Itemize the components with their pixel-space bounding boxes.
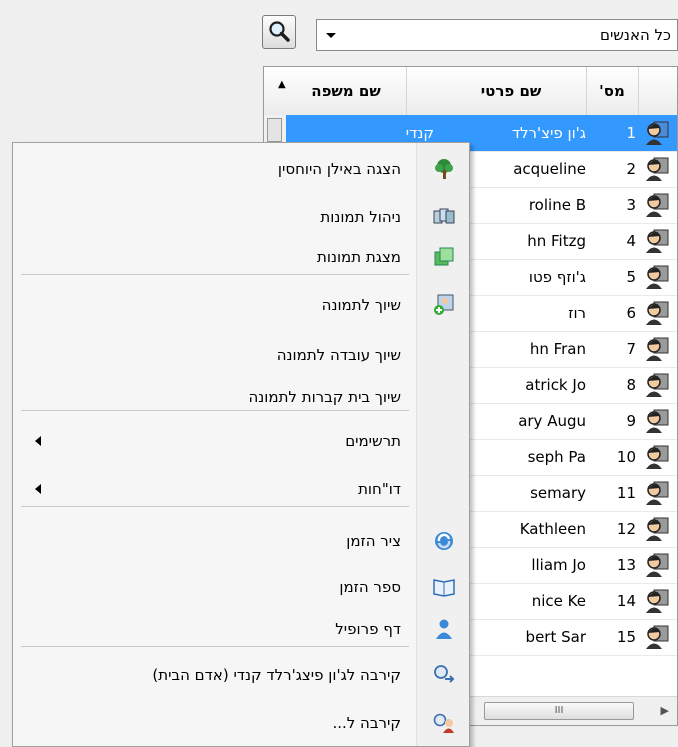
person-icon	[642, 439, 676, 475]
menu-item-label: ספר הזמן	[339, 578, 401, 596]
menu-item-label: מצגת תמונות	[317, 248, 401, 266]
relationship-to-icon	[433, 712, 455, 734]
menu-item-label: ניהול תמונות	[320, 208, 401, 226]
cell-number: 14	[616, 592, 636, 610]
person-icon	[642, 295, 676, 331]
filter-value: כל האנשים	[600, 26, 671, 44]
grid-header: שם משפה ▲ שם פרטי מס'	[264, 67, 677, 116]
magnifier-icon	[269, 21, 290, 42]
header-last-name[interactable]: שם משפה	[286, 67, 407, 115]
menu-item[interactable]: דף פרופיל	[13, 611, 469, 647]
scroll-right-icon[interactable]: ▶	[661, 704, 669, 717]
person-icon	[642, 547, 676, 583]
person-icon	[642, 187, 676, 223]
cell-number: 5	[626, 268, 636, 286]
menu-item-label: דף פרופיל	[335, 620, 401, 638]
menu-item[interactable]: קירבה לג'ון פיצג'רלד קנדי (אדם הבית)	[13, 657, 469, 693]
cell-number: 8	[626, 376, 636, 394]
relationship-icon	[433, 664, 455, 686]
menu-item[interactable]: מצגת תמונות	[13, 239, 469, 275]
search-button[interactable]	[262, 15, 296, 49]
menu-item-label: ציר הזמן	[346, 532, 401, 550]
cell-number: 2	[626, 160, 636, 178]
person-icon	[642, 331, 676, 367]
cell-number: 4	[626, 232, 636, 250]
menu-item-label: קירבה לג'ון פיצג'רלד קנדי (אדם הבית)	[152, 666, 401, 684]
cell-number: 10	[616, 448, 636, 466]
submenu-arrow-icon	[35, 484, 41, 494]
header-number[interactable]: מס'	[586, 67, 639, 115]
person-icon	[642, 367, 676, 403]
menu-item[interactable]: שיוך לתמונה	[13, 287, 469, 323]
menu-item-label: תרשימים	[345, 432, 401, 450]
family-tree-icon	[433, 158, 455, 180]
submenu-arrow-icon	[35, 436, 41, 446]
profile-icon	[433, 618, 455, 640]
menu-item-label: קירבה ל...	[332, 714, 401, 732]
menu-item[interactable]: ציר הזמן	[13, 523, 469, 559]
menu-item-label: דו"חות	[358, 480, 401, 498]
people-filter-select[interactable]: כל האנשים	[316, 19, 678, 51]
assign-photo-icon	[433, 294, 455, 316]
person-icon	[642, 583, 676, 619]
menu-item[interactable]: ניהול תמונות	[13, 199, 469, 235]
person-icon	[642, 619, 676, 655]
header-first-name[interactable]: שם פרטי	[436, 67, 587, 115]
cell-number: 13	[616, 556, 636, 574]
person-icon	[642, 151, 676, 187]
scroll-thumb[interactable]	[267, 118, 282, 142]
person-icon	[642, 259, 676, 295]
slideshow-icon	[433, 246, 455, 268]
menu-item[interactable]: קירבה ל...	[13, 705, 469, 741]
person-icon	[642, 511, 676, 547]
person-icon	[642, 223, 676, 259]
cell-number: 12	[616, 520, 636, 538]
cell-number: 15	[616, 628, 636, 646]
context-menu: הצגה באילן היוחסין ניהול תמונות מצגת תמונו…	[12, 142, 470, 747]
menu-item-label: הצגה באילן היוחסין	[277, 160, 401, 178]
cell-number: 6	[626, 304, 636, 322]
photo-manager-icon	[433, 206, 455, 228]
menu-item[interactable]: דו"חות	[13, 471, 469, 507]
timeline-icon	[433, 530, 455, 552]
chevron-down-icon[interactable]	[323, 23, 339, 47]
menu-item[interactable]: שיוך עובדה לתמונה	[13, 337, 469, 373]
scroll-thumb[interactable]: III	[484, 702, 634, 720]
person-icon	[642, 403, 676, 439]
person-icon	[642, 115, 676, 151]
cell-number: 11	[616, 484, 636, 502]
menu-item-label: שיוך עובדה לתמונה	[276, 346, 401, 364]
cell-number: 7	[626, 340, 636, 358]
time-book-icon	[433, 576, 455, 598]
menu-item[interactable]: ספר הזמן	[13, 569, 469, 605]
menu-item[interactable]: תרשימים	[13, 423, 469, 459]
cell-number: 1	[626, 124, 636, 142]
cell-number: 9	[626, 412, 636, 430]
sort-up-icon: ▲	[278, 79, 286, 90]
menu-item-label: שיוך בית קברות לתמונה	[248, 388, 401, 406]
cell-number: 3	[626, 196, 636, 214]
menu-item-label: שיוך לתמונה	[321, 296, 401, 314]
menu-item[interactable]: שיוך בית קברות לתמונה	[13, 379, 469, 415]
person-icon	[642, 475, 676, 511]
menu-item[interactable]: הצגה באילן היוחסין	[13, 151, 469, 187]
